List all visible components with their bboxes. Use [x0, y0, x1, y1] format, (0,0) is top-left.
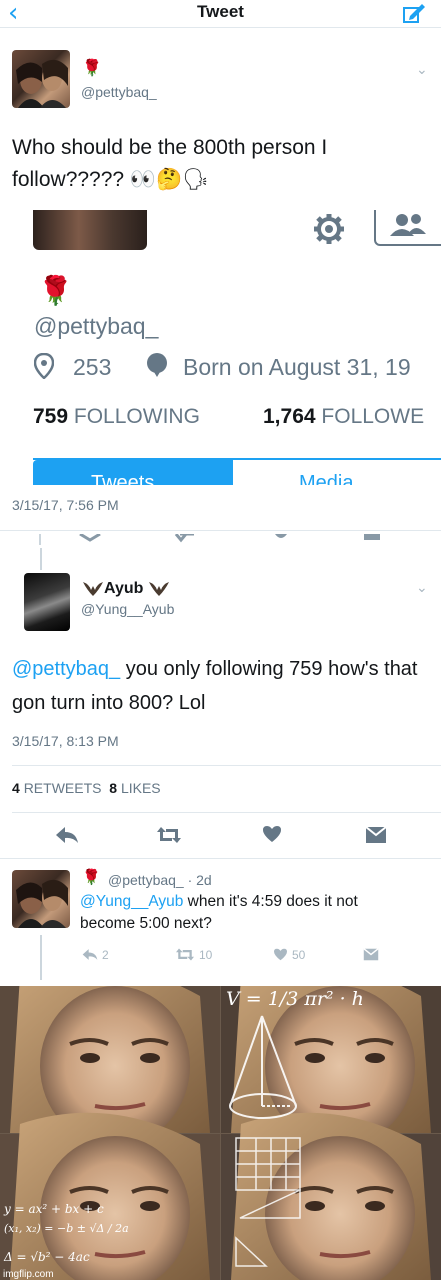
- avatar[interactable]: [12, 870, 70, 928]
- bat-icon: [83, 582, 103, 596]
- profile-handle: @pettybaq_: [34, 313, 159, 339]
- mention-link[interactable]: @pettybaq_: [12, 658, 120, 680]
- math-lady-meme: [0, 986, 441, 1280]
- user-name[interactable]: Ayub: [104, 580, 143, 598]
- thread-line: [40, 935, 42, 980]
- balloon-icon: [147, 353, 167, 377]
- tab-tweets-label: Tweets: [91, 472, 155, 485]
- engagement-counts: 4 RETWEETS 8 LIKES: [12, 780, 161, 796]
- followers-count: 1,764: [263, 405, 316, 428]
- follow-button: [374, 210, 441, 246]
- reply-icon[interactable]: [55, 826, 79, 844]
- user-handle[interactable]: @pettybaq_ · 2d: [108, 872, 212, 888]
- retweets-label[interactable]: RETWEETS: [24, 780, 102, 796]
- reply-icon[interactable]: [82, 948, 98, 961]
- likes-count[interactable]: 8: [109, 780, 117, 796]
- user-handle[interactable]: @pettybaq_: [81, 84, 157, 100]
- avatar[interactable]: [12, 50, 70, 108]
- avatar[interactable]: [24, 573, 70, 631]
- tweet-body: when it's 4:59 does it not: [183, 893, 358, 910]
- following-stat: 759 FOLLOWING: [33, 405, 200, 429]
- tab-tweets: Tweets: [33, 460, 233, 485]
- formula-quadratic: y = ax² + bx + c: [4, 1202, 104, 1216]
- followers-stat: 1,764 FOLLOWE: [263, 405, 424, 429]
- embedded-image[interactable]: 🌹 @pettybaq_ 253 Born on August 31, 19 7…: [0, 210, 441, 485]
- formula-discriminant: Δ = √b² − 4ac: [4, 1250, 90, 1264]
- user-handle[interactable]: @Yung__Ayub: [81, 601, 174, 617]
- thread-line: [40, 548, 42, 570]
- tweet-text-line: @Yung__Ayub when it's 4:59 does it not: [80, 892, 358, 912]
- chevron-down-icon[interactable]: ⌄: [416, 580, 428, 596]
- followers-label: FOLLOWE: [321, 405, 425, 428]
- tweet-timestamp: 3/15/17, 8:13 PM: [12, 733, 119, 749]
- heart-icon[interactable]: [273, 948, 288, 961]
- reply-count: 2: [102, 948, 109, 962]
- profile-location: 253: [73, 354, 112, 380]
- chevron-down-icon[interactable]: ⌄: [416, 62, 428, 78]
- divider: [0, 530, 441, 531]
- formula-volume: V = 1/3 πr² · h: [226, 988, 364, 1010]
- tweet-text-line: become 5:00 next?: [80, 915, 212, 932]
- divider: [12, 765, 441, 766]
- profile-photo: [33, 210, 147, 250]
- mention-link[interactable]: @Yung__Ayub: [80, 893, 183, 910]
- rose-icon: 🌹: [38, 274, 73, 307]
- retweet-icon[interactable]: [175, 947, 195, 962]
- bat-icon: [149, 582, 169, 596]
- formula-roots: (x₁, x₂) = −b ± √Δ / 2a: [4, 1222, 129, 1235]
- divider: [12, 812, 441, 813]
- profile-birthday: Born on August 31, 19: [183, 354, 411, 380]
- compose-icon[interactable]: [402, 2, 426, 24]
- location-pin-icon: [34, 353, 54, 379]
- tweet-text-line: follow????? 👀🤔🗣: [12, 168, 209, 191]
- direct-message-icon[interactable]: [363, 948, 379, 961]
- retweet-icon[interactable]: [156, 825, 182, 845]
- rose-icon: 🌹: [82, 58, 102, 77]
- following-label: FOLLOWING: [73, 405, 200, 428]
- retweet-count: 10: [199, 948, 213, 962]
- gear-icon: [314, 214, 344, 244]
- profile-tabs: Tweets Media: [33, 458, 441, 485]
- meme-image: V = 1/3 πr² · h y = ax² + bx + c (x₁, x₂…: [0, 986, 441, 1280]
- divider: [0, 858, 441, 859]
- nav-bar: ‹ Tweet: [0, 0, 441, 28]
- tweet-text-line: Who should be the 800th person I: [12, 136, 328, 159]
- imgflip-watermark: imgflip.com: [3, 1269, 54, 1280]
- tweet-timestamp: 3/15/17, 7:56 PM: [12, 497, 119, 513]
- direct-message-icon[interactable]: [365, 826, 387, 844]
- heart-icon[interactable]: [262, 825, 282, 843]
- tab-media-label: Media: [299, 472, 354, 485]
- people-icon: [390, 214, 426, 236]
- retweets-count[interactable]: 4: [12, 780, 20, 796]
- like-count: 50: [292, 948, 306, 962]
- tweet-text: @pettybaq_ you only following 759 how's …: [12, 652, 437, 720]
- partial-action-row: [0, 533, 441, 545]
- following-count: 759: [33, 405, 69, 428]
- page-title: Tweet: [197, 2, 244, 21]
- rose-icon: 🌹: [82, 868, 101, 886]
- likes-label[interactable]: LIKES: [121, 780, 161, 796]
